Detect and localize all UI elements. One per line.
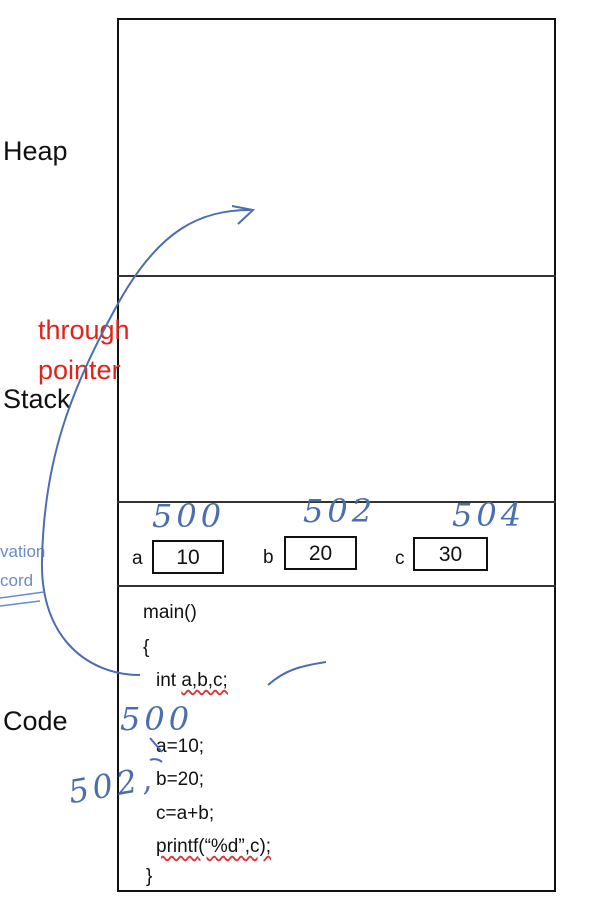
activation-record-lines <box>0 591 45 607</box>
pointer-arrow-curve <box>40 209 251 676</box>
declaration-squiggle <box>267 661 327 686</box>
pen-annotations <box>0 205 327 763</box>
pointer-arrow-head <box>231 205 256 225</box>
address-marker-b <box>149 758 163 763</box>
address-marker-a <box>149 737 163 753</box>
